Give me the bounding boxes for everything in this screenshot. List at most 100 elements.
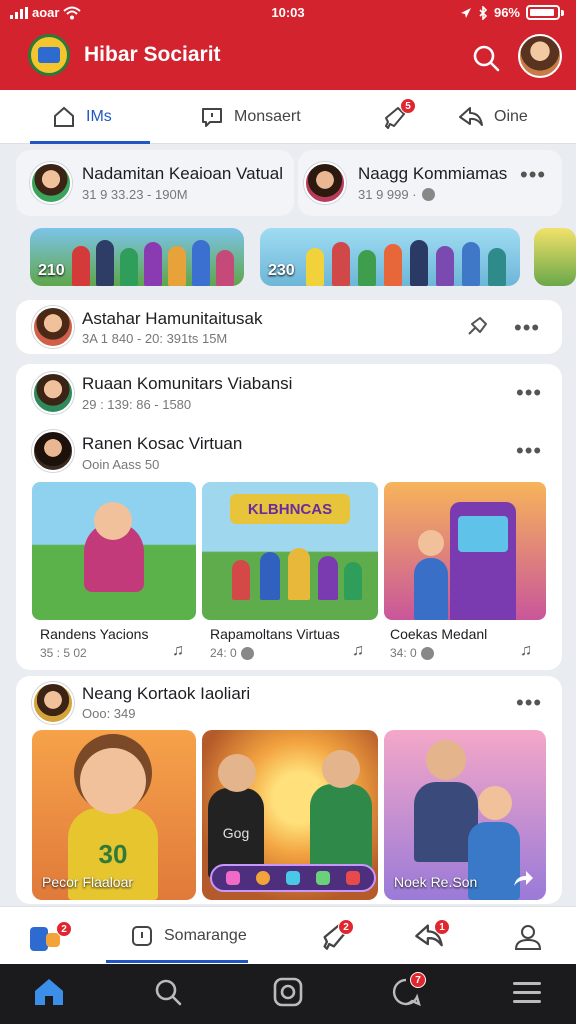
notification-badge: 5 xyxy=(400,98,416,114)
story-meta: 31 9 33.23 - 190M xyxy=(82,187,188,202)
notification-badge: 2 xyxy=(338,919,354,935)
share-icon[interactable] xyxy=(512,868,534,888)
game-icon[interactable] xyxy=(286,871,300,885)
music-icon[interactable]: ♫ xyxy=(352,642,364,660)
group-meta: 29 : 139: 86 - 1580 xyxy=(82,397,192,412)
home-icon[interactable] xyxy=(32,976,66,1008)
post-author: Astahar Hamunitaitusak xyxy=(82,309,263,328)
story-name: Naagg Kommiamas xyxy=(358,164,508,183)
tab-home-label: IMs xyxy=(86,108,112,125)
avatar xyxy=(32,430,74,472)
game-icon[interactable] xyxy=(316,871,330,885)
game-icon[interactable] xyxy=(256,871,270,885)
message-icon xyxy=(132,926,152,946)
check-icon xyxy=(240,646,254,660)
pin-icon[interactable] xyxy=(466,316,488,336)
avatar xyxy=(304,162,346,204)
active-nav-indicator xyxy=(106,960,248,963)
home-icon xyxy=(54,106,74,127)
tile-meta: 34: 0 xyxy=(390,646,434,660)
avatar xyxy=(30,162,72,204)
community-banner-1[interactable]: 210 xyxy=(30,228,244,286)
tab-home[interactable]: IMs xyxy=(52,90,112,144)
video-tile[interactable]: KLBHNCAS xyxy=(202,482,378,620)
camera-icon[interactable] xyxy=(272,976,304,1008)
tab-bar: IMs Monsaert 5 Oine xyxy=(0,90,576,144)
more-options-icon[interactable]: ••• xyxy=(516,382,542,404)
more-options-icon[interactable]: ••• xyxy=(514,317,540,339)
tile-title: Randens Yacions xyxy=(40,626,149,642)
image-tile[interactable]: 30 Pecor Flaaloar xyxy=(32,730,196,900)
tab-messages[interactable]: Monsaert xyxy=(200,90,301,144)
system-nav: 7 xyxy=(0,964,576,1024)
member-meta: Ooin Aass 50 xyxy=(82,457,160,472)
profile-avatar[interactable] xyxy=(518,34,562,78)
status-bar: aoar 10:03 96% xyxy=(0,0,576,26)
game-icon[interactable] xyxy=(346,871,360,885)
post-author: Neang Kortaok Iaoliari xyxy=(82,684,251,703)
banner-count: 230 xyxy=(268,262,295,279)
post-card[interactable]: Astahar Hamunitaitusak 3A 1 840 - 20: 39… xyxy=(16,300,562,354)
message-icon xyxy=(202,108,222,127)
video-tile[interactable] xyxy=(384,482,546,620)
notification-badge: 1 xyxy=(434,919,450,935)
bottom-nav: 2 Somarange 2 1 xyxy=(0,906,576,964)
more-options-icon[interactable]: ••• xyxy=(520,164,546,186)
check-icon xyxy=(420,646,434,660)
search-icon[interactable] xyxy=(470,42,502,74)
nav-item-announcements[interactable]: 2 xyxy=(320,919,354,953)
banner-count: 210 xyxy=(38,262,65,279)
post-meta: Ooo: 349 xyxy=(82,706,136,721)
chat-nav-item[interactable]: 7 xyxy=(390,972,426,1010)
nav-item-label: Somarange xyxy=(164,927,247,944)
check-icon xyxy=(421,188,435,201)
avatar xyxy=(32,372,74,414)
member-name: Ranen Kosac Virtuan xyxy=(82,434,243,453)
tile-meta: 35 : 5 02 xyxy=(40,646,87,660)
user-icon[interactable] xyxy=(512,921,544,953)
app-logo[interactable] xyxy=(28,34,70,76)
tab-messages-label: Monsaert xyxy=(234,108,301,125)
music-icon[interactable]: ♫ xyxy=(172,642,184,660)
game-icon[interactable] xyxy=(226,871,240,885)
image-tile[interactable]: Noek Re.Son xyxy=(384,730,546,900)
search-icon[interactable] xyxy=(152,976,184,1008)
story-name: Nadamitan Keaioan Vatual xyxy=(82,164,283,183)
battery-icon xyxy=(526,5,560,20)
notification-badge: 7 xyxy=(410,972,426,988)
more-options-icon[interactable]: ••• xyxy=(516,692,542,714)
video-tile[interactable] xyxy=(32,482,196,620)
avatar xyxy=(32,682,74,724)
tile-meta: 24: 0 xyxy=(210,646,254,660)
tab-online-label: Oine xyxy=(494,108,528,125)
tab-notifications[interactable]: 5 xyxy=(382,90,416,144)
post-meta: 3A 1 840 - 20: 391ts 15M xyxy=(82,331,228,346)
story-card-2[interactable]: Naagg Kommiamas 31 9 999 · ••• xyxy=(298,150,562,216)
share-icon xyxy=(459,107,483,126)
tile-banner-text: KLBHNCAS xyxy=(230,494,350,524)
app-title: Hibar Sociarit xyxy=(84,43,221,66)
tile-title: Rapamoltans Virtuas xyxy=(210,626,340,642)
tile-caption: Pecor Flaaloar xyxy=(42,874,134,890)
game-controls-bar[interactable] xyxy=(210,864,376,892)
music-icon[interactable]: ♫ xyxy=(520,642,532,660)
bluetooth-icon xyxy=(479,5,488,20)
nav-item-shares[interactable]: 1 xyxy=(414,919,450,953)
tile-caption: Noek Re.Son xyxy=(394,874,478,890)
tab-online[interactable]: Oine xyxy=(458,90,528,144)
tile-title: Coekas Medanl xyxy=(390,626,488,642)
group-name: Ruaan Komunitars Viabansi xyxy=(82,374,293,393)
nav-item-main[interactable]: Somarange xyxy=(130,921,247,951)
story-meta: 31 9 999 · xyxy=(358,187,435,202)
location-icon xyxy=(460,7,471,18)
community-banner-3[interactable] xyxy=(534,228,576,286)
menu-icon[interactable] xyxy=(512,980,542,1006)
more-options-icon[interactable]: ••• xyxy=(516,440,542,462)
battery-percent: 96% xyxy=(493,5,520,20)
image-tile[interactable]: Gog xyxy=(202,730,378,900)
nav-item-profile-card[interactable]: 2 xyxy=(28,921,72,953)
avatar xyxy=(32,306,74,348)
community-banner-2[interactable]: 230 xyxy=(260,228,520,286)
notification-badge: 2 xyxy=(56,921,72,937)
story-card-1[interactable]: Nadamitan Keaioan Vatual 31 9 33.23 - 19… xyxy=(16,150,294,216)
